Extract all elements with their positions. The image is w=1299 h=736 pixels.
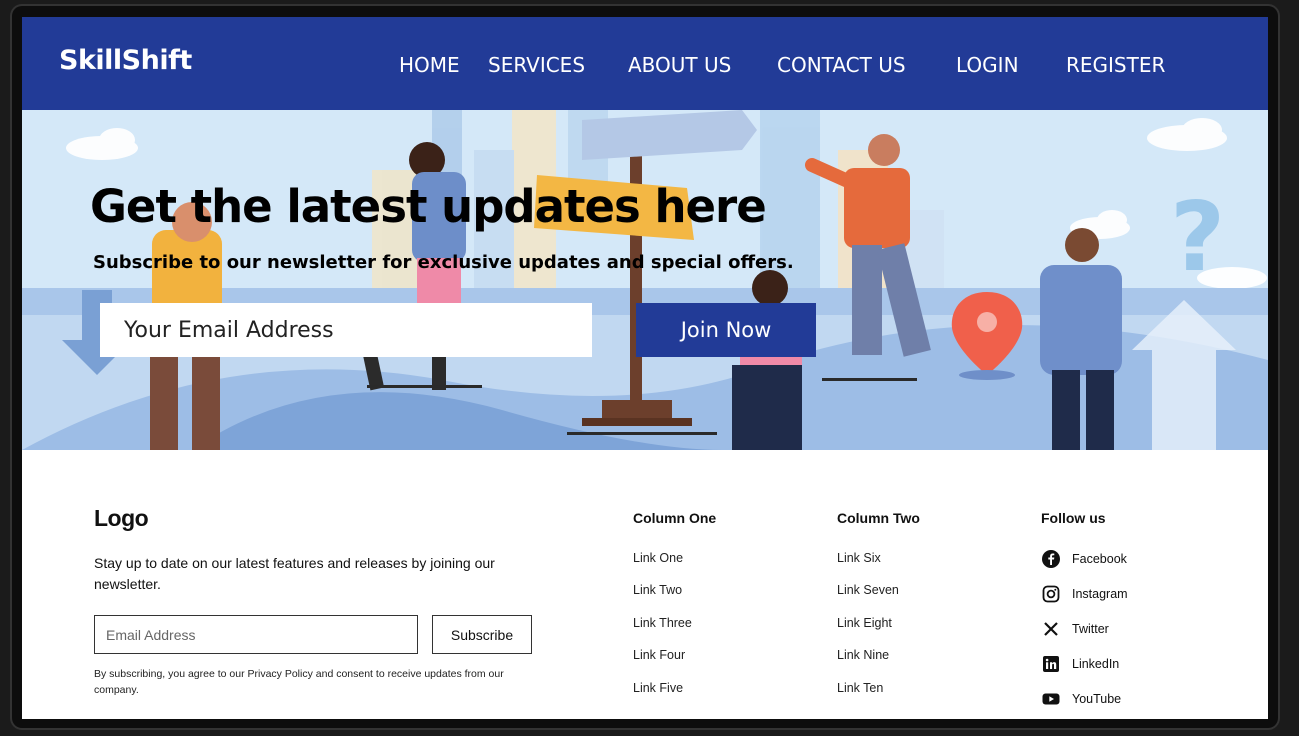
nav-home[interactable]: HOME <box>399 53 460 77</box>
brand-logo[interactable]: SkillShift <box>59 45 192 76</box>
youtube-icon <box>1041 689 1061 709</box>
top-navbar: SkillShift HOME SERVICES ABOUT US CONTAC… <box>22 17 1268 110</box>
hero-subtitle: Subscribe to our newsletter for exclusiv… <box>93 252 794 273</box>
footer-link[interactable]: Link Six <box>837 551 881 565</box>
facebook-icon <box>1041 549 1061 569</box>
footer-link[interactable]: Link Five <box>633 681 683 695</box>
follow-us-title: Follow us <box>1041 510 1106 526</box>
nav-login[interactable]: LOGIN <box>956 53 1019 77</box>
social-linkedin[interactable]: LinkedIn <box>1041 654 1119 674</box>
social-label: LinkedIn <box>1072 657 1120 671</box>
subscribe-button[interactable]: Subscribe <box>432 615 532 654</box>
svg-text:?: ? <box>1170 183 1225 293</box>
privacy-note: By subscribing, you agree to our Privacy… <box>94 668 504 696</box>
nav-contact-us[interactable]: CONTACT US <box>777 53 906 77</box>
footer: Logo Stay up to date on our latest featu… <box>22 450 1268 719</box>
footer-logo[interactable]: Logo <box>94 505 149 532</box>
x-icon <box>1041 619 1061 639</box>
footer-email-input[interactable]: Email Address <box>94 615 418 654</box>
social-facebook[interactable]: Facebook <box>1041 549 1127 569</box>
hero-email-input[interactable]: Your Email Address <box>100 303 592 357</box>
hero-illustration: ? <box>22 110 1268 450</box>
footer-link[interactable]: Link Two <box>633 583 682 597</box>
footer-link[interactable]: Link Three <box>633 616 692 630</box>
nav-register[interactable]: REGISTER <box>1066 53 1165 77</box>
social-youtube[interactable]: YouTube <box>1041 689 1121 709</box>
nav-about-us[interactable]: ABOUT US <box>628 53 731 77</box>
linkedin-icon <box>1041 654 1061 674</box>
hero-banner: ? Get the latest updates here Subscribe … <box>22 110 1268 450</box>
social-label: YouTube <box>1072 692 1122 706</box>
nav-services[interactable]: SERVICES <box>488 53 585 77</box>
instagram-icon <box>1041 584 1061 604</box>
screen: SkillShift HOME SERVICES ABOUT US CONTAC… <box>22 17 1268 719</box>
footer-link[interactable]: Link Seven <box>837 583 899 597</box>
footer-description: Stay up to date on our latest features a… <box>94 555 495 592</box>
footer-link[interactable]: Link Eight <box>837 616 892 630</box>
social-twitter[interactable]: Twitter <box>1041 619 1109 639</box>
footer-link[interactable]: Link Four <box>633 648 685 662</box>
join-now-button[interactable]: Join Now <box>636 303 816 357</box>
social-instagram[interactable]: Instagram <box>1041 584 1128 604</box>
column-one-title: Column One <box>633 510 717 526</box>
column-two-title: Column Two <box>837 510 920 526</box>
social-label: Facebook <box>1072 552 1127 566</box>
hero-title: Get the latest updates here <box>90 180 767 233</box>
footer-link[interactable]: Link Nine <box>837 648 889 662</box>
social-label: Twitter <box>1072 622 1109 636</box>
footer-link[interactable]: Link One <box>633 551 683 565</box>
footer-link[interactable]: Link Ten <box>837 681 883 695</box>
social-label: Instagram <box>1072 587 1128 601</box>
